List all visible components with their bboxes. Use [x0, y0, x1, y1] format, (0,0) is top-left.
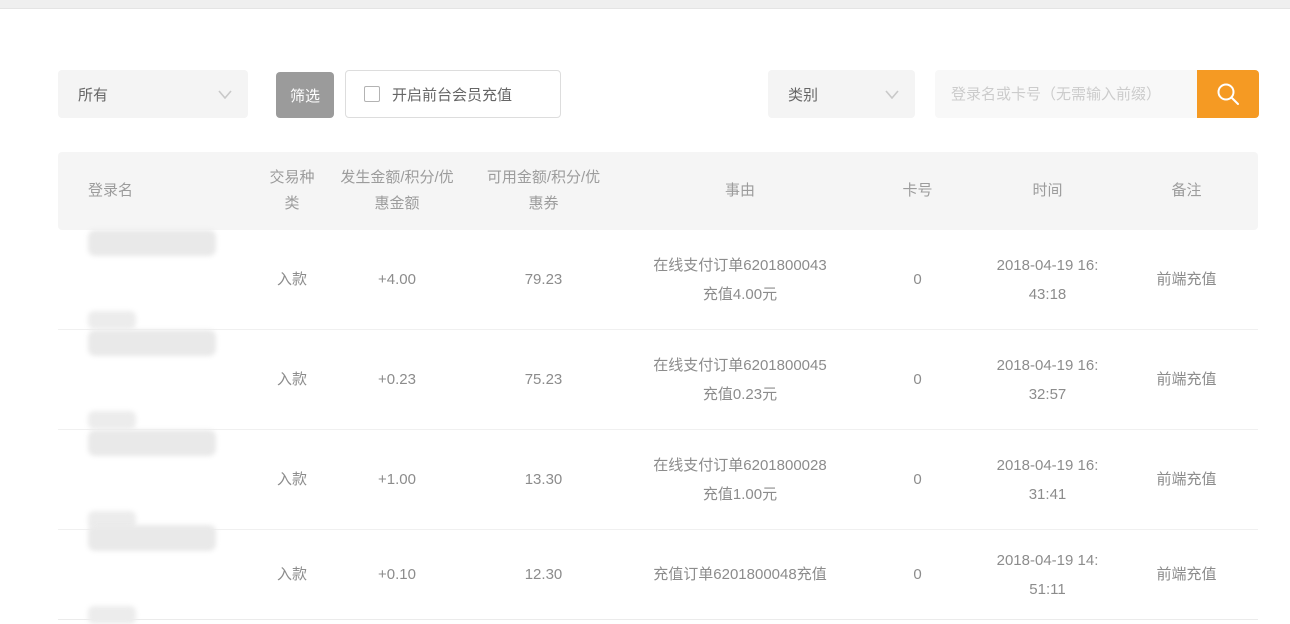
cell-amount: +0.23 — [332, 365, 462, 394]
header-amount: 发生金额/积分/优 惠金额 — [332, 165, 462, 217]
redacted-login-blur — [88, 430, 216, 456]
cell-note: 前端充值 — [1115, 265, 1258, 294]
cell-card: 0 — [855, 465, 980, 494]
cell-card: 0 — [855, 265, 980, 294]
cell-available: 13.30 — [462, 465, 625, 494]
cell-available: 75.23 — [462, 365, 625, 394]
search-button[interactable] — [1197, 70, 1259, 118]
front-desk-recharge-label: 开启前台会员充值 — [392, 84, 512, 105]
cell-note: 前端充值 — [1115, 560, 1258, 589]
cell-time: 2018-04-19 14: 51:11 — [980, 546, 1115, 604]
checkbox-icon[interactable] — [364, 86, 380, 102]
cell-card: 0 — [855, 560, 980, 589]
cell-note: 前端充值 — [1115, 465, 1258, 494]
redacted-login-blur — [88, 525, 216, 551]
front-desk-recharge-toggle[interactable]: 开启前台会员充值 — [345, 70, 561, 118]
cell-available: 79.23 — [462, 265, 625, 294]
cell-time: 2018-04-19 16: 31:41 — [980, 451, 1115, 509]
cell-reason: 在线支付订单6201800045 充值0.23元 — [625, 351, 855, 409]
header-time: 时间 — [980, 178, 1115, 204]
cell-reason: 充值订单6201800048充值 — [625, 560, 855, 589]
header-available: 可用金额/积分/优 惠券 — [462, 165, 625, 217]
cell-type: 入款 — [252, 465, 332, 494]
scope-select-value: 所有 — [78, 84, 108, 105]
redacted-login-blur — [88, 311, 136, 329]
recharge-records-table: 登录名 交易种 类 发生金额/积分/优 惠金额 可用金额/积分/优 惠券 事由 … — [58, 152, 1258, 620]
search-bar — [935, 70, 1259, 118]
scope-select[interactable]: 所有 — [58, 70, 248, 118]
cell-type: 入款 — [252, 365, 332, 394]
member-recharge-records-page: 所有 筛选 开启前台会员充值 类别 登录名 交易种 类 发生金额/积分/优 惠金… — [0, 0, 1290, 624]
cell-amount: +4.00 — [332, 265, 462, 294]
cell-time: 2018-04-19 16: 43:18 — [980, 251, 1115, 309]
cell-reason: 在线支付订单6201800043 充值4.00元 — [625, 251, 855, 309]
category-select-value: 类别 — [788, 84, 818, 105]
redacted-login-blur — [88, 606, 136, 624]
header-note: 备注 — [1115, 178, 1258, 204]
top-divider-strip — [0, 0, 1290, 9]
search-input[interactable] — [935, 70, 1197, 118]
chevron-down-icon — [885, 90, 899, 99]
chevron-down-icon — [218, 90, 232, 99]
cell-time: 2018-04-19 16: 32:57 — [980, 351, 1115, 409]
header-card: 卡号 — [855, 178, 980, 204]
filter-button[interactable]: 筛选 — [276, 72, 334, 118]
redacted-login-blur — [88, 330, 216, 356]
cell-type: 入款 — [252, 265, 332, 294]
cell-card: 0 — [855, 365, 980, 394]
cell-amount: +0.10 — [332, 560, 462, 589]
header-type: 交易种 类 — [252, 165, 332, 217]
cell-type: 入款 — [252, 560, 332, 589]
redacted-login-blur — [88, 230, 216, 256]
cell-reason: 在线支付订单6201800028 充值1.00元 — [625, 451, 855, 509]
redacted-login-blur — [88, 411, 136, 429]
cell-note: 前端充值 — [1115, 365, 1258, 394]
search-icon — [1215, 81, 1241, 107]
table-row: 入款 +0.10 12.30 充值订单6201800048充值 0 2018-0… — [58, 530, 1258, 620]
cell-available: 12.30 — [462, 560, 625, 589]
category-select[interactable]: 类别 — [768, 70, 915, 118]
cell-amount: +1.00 — [332, 465, 462, 494]
header-reason: 事由 — [625, 178, 855, 204]
